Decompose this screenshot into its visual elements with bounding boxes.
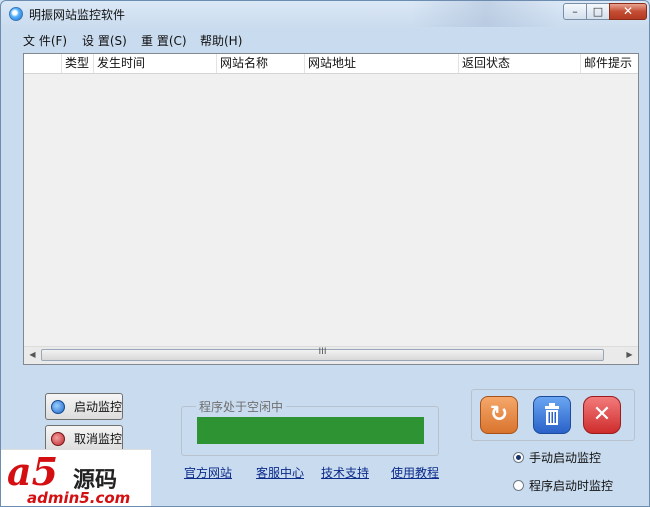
trash-icon[interactable] [533,396,571,434]
stop-icon [51,432,65,446]
radio-manual-start[interactable]: 手动启动监控 [513,449,601,466]
action-icon-group: ↻ ✕ [471,389,635,441]
link-customer-service[interactable]: 客服中心 [256,464,304,481]
app-logo-icon [9,7,23,21]
title-bar[interactable]: 明振网站监控软件 – □ ✕ [1,1,649,27]
status-group: 程序处于空闲中 [181,398,439,456]
scrollbar-grip: III [318,347,327,357]
refresh-icon[interactable]: ↻ [480,396,518,434]
column-header-time[interactable]: 发生时间 [94,54,217,73]
blurred-background [411,1,561,27]
radio-auto-start[interactable]: 程序启动时监控 [513,477,613,494]
link-official-site[interactable]: 官方网站 [184,464,232,481]
column-header-type[interactable]: 类型 [62,54,94,73]
menu-file[interactable]: 文 件(F) [23,32,67,49]
link-tutorial[interactable]: 使用教程 [391,464,439,481]
horizontal-scrollbar[interactable]: ◀ III ▶ [24,346,638,364]
radio-auto-label: 程序启动时监控 [529,479,614,493]
start-monitor-button[interactable]: 启动监控 [45,393,123,420]
column-header-status[interactable]: 返回状态 [459,54,581,73]
maximize-button[interactable]: □ [586,3,610,20]
column-header-email[interactable]: 邮件提示 [581,54,638,73]
table-header: 类型 发生时间 网站名称 网站地址 返回状态 邮件提示 [24,54,638,74]
start-icon [51,400,65,414]
close-icon[interactable]: ✕ [583,396,621,434]
window-title: 明振网站监控软件 [29,8,126,22]
column-header-site-name[interactable]: 网站名称 [217,54,305,73]
column-header-site-url[interactable]: 网站地址 [305,54,459,73]
watermark-a5: a5 [7,449,59,494]
monitor-log-table[interactable]: 类型 发生时间 网站名称 网站地址 返回状态 邮件提示 ◀ III ▶ [23,53,639,365]
minimize-icon: – [572,5,578,18]
watermark-logo: a5 源码 admin5.com [1,449,151,507]
column-header-blank[interactable] [24,54,62,73]
maximize-icon: □ [592,5,604,18]
radio-manual-label: 手动启动监控 [529,451,602,465]
close-button[interactable]: ✕ [609,3,647,20]
app-window: 明振网站监控软件 – □ ✕ 文 件(F) 设 置(S) 重 置(C) 帮助(H… [0,0,650,507]
scroll-left-icon[interactable]: ◀ [24,347,41,363]
radio-dot-checked [513,452,524,463]
radio-dot-unchecked [513,480,524,491]
scroll-right-icon[interactable]: ▶ [621,347,638,363]
cancel-monitor-button[interactable]: 取消监控 [45,425,123,452]
menu-settings[interactable]: 设 置(S) [82,32,127,49]
menu-bar: 文 件(F) 设 置(S) 重 置(C) 帮助(H) [7,31,643,49]
menu-help[interactable]: 帮助(H) [200,32,242,49]
cancel-monitor-label: 取消监控 [74,432,123,446]
link-tech-support[interactable]: 技术支持 [321,464,369,481]
menu-reset[interactable]: 重 置(C) [141,32,187,49]
close-icon: ✕ [622,4,634,18]
watermark-domain: admin5.com [27,489,131,507]
minimize-button[interactable]: – [563,3,587,20]
scrollbar-thumb[interactable]: III [41,347,604,361]
status-progress-bar [197,417,424,444]
status-caption: 程序处于空闲中 [196,398,287,415]
start-monitor-label: 启动监控 [74,400,123,414]
